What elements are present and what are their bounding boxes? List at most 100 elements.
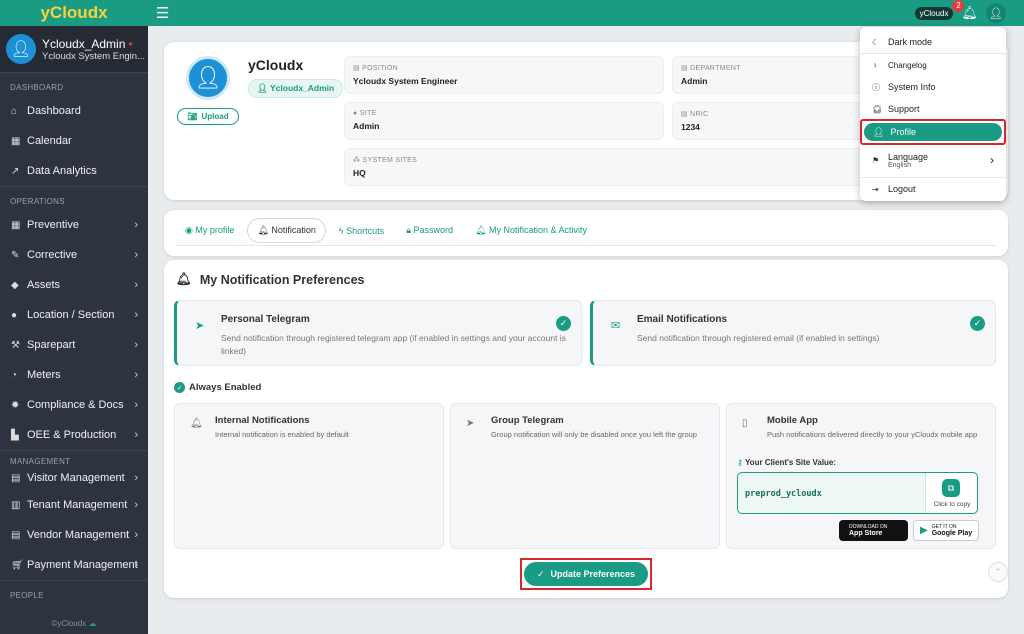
sidebar-item-label: OEE & Production — [27, 429, 117, 441]
copy-button[interactable]: ⧉ Click to copy — [925, 473, 977, 513]
email-title: Email Notifications — [637, 314, 728, 325]
update-preferences-button[interactable]: ✓ Update Preferences — [524, 562, 648, 586]
sidebar-user-box[interactable]: 👤︎ Ycloudx_Admin • Ycloudx System Engin..… — [0, 26, 148, 72]
chevron-right-icon: › — [134, 559, 138, 571]
email-desc: Send notification through registered ema… — [637, 333, 880, 343]
notifications-bell-icon[interactable]: 🔔︎ 2 — [952, 0, 978, 21]
sidebar-item-sparepart[interactable]: ⚒ Sparepart › — [0, 330, 148, 360]
sidebar: 👤︎ Ycloudx_Admin • Ycloudx System Engin..… — [0, 26, 148, 634]
sidebar-item-visitor[interactable]: ▤ Visitor Management › — [0, 466, 148, 490]
sidebar-footer: ©yCloudx ☁ — [51, 619, 97, 628]
copy-label: Click to copy — [933, 501, 971, 508]
google-play-badge[interactable]: ▶ GET IT ON Google Play — [913, 520, 979, 541]
profile-menu-highlight: 👤︎ Profile — [860, 119, 1006, 145]
telegram-icon: ➤ — [466, 418, 475, 429]
sidebar-item-vendor[interactable]: ▤ Vendor Management › — [0, 520, 148, 550]
sidebar-item-tenant[interactable]: ▥ Tenant Management › — [0, 490, 148, 520]
sidebar-item-label: Compliance & Docs — [27, 399, 124, 411]
tab-shortcuts[interactable]: ϟ Shortcuts — [330, 220, 393, 242]
chevron-right-icon: › — [134, 249, 138, 261]
scroll-top-button[interactable]: ⌃ — [988, 562, 1008, 582]
sidebar-item-payment[interactable]: 🛒︎ Payment Management › — [0, 550, 148, 580]
sidebar-item-label: Location / Section — [27, 309, 115, 321]
chevron-right-icon: › — [134, 429, 138, 441]
info-icon: ⓘ — [872, 82, 880, 92]
nric-field: ▤ NRIC 1234 — [672, 102, 872, 140]
personal-telegram-option[interactable]: ➤ Personal Telegram Send notification th… — [174, 300, 582, 366]
menu-language[interactable]: ⚑ Language English › — [860, 148, 1006, 172]
tab-password[interactable]: 🔒︎ Password — [397, 219, 462, 242]
sidebar-item-data-analytics[interactable]: ↗ Data Analytics — [0, 156, 148, 186]
user-circle-icon: ◉ — [185, 225, 193, 235]
menu-changelog[interactable]: ♀ Changelog — [860, 55, 1006, 75]
section-management: MANAGEMENT — [0, 450, 148, 466]
lock-icon: 🔒︎ — [406, 225, 411, 235]
telegram-check-icon[interactable]: ✓ — [556, 316, 571, 331]
id-card-icon: ▤ — [11, 472, 21, 484]
sidebar-item-compliance[interactable]: ✹ Compliance & Docs › — [0, 390, 148, 420]
menu-logout[interactable]: ⇥ Logout — [860, 179, 1006, 199]
sidebar-item-oee[interactable]: ▙ OEE & Production › — [0, 420, 148, 450]
system-sites-field: ⁂ SYSTEM SITES HQ — [344, 148, 872, 186]
email-check-icon[interactable]: ✓ — [970, 316, 985, 331]
tab-my-profile[interactable]: ◉ My profile — [176, 219, 243, 242]
camera-icon: 📷︎ — [187, 112, 198, 121]
check-circle-icon: ✓ — [174, 382, 185, 393]
profile-avatar-icon: 👤︎ — [186, 56, 230, 100]
user-dropdown-menu: ☾ Dark mode ♀ Changelog ⓘ System Info 🎧︎ Sup… — [860, 27, 1006, 201]
upload-button[interactable]: 📷︎ Upload — [177, 108, 239, 125]
calendar-icon: ▦ — [11, 135, 21, 147]
notification-preferences-card: 🔔︎ My Notification Preferences ➤ Personal… — [164, 260, 1008, 598]
email-notifications-option[interactable]: ✉ Email Notifications Send notification … — [590, 300, 996, 366]
sidebar-item-assets[interactable]: ◆ Assets › — [0, 270, 148, 300]
site-value-text[interactable]: preprod_ycloudx — [745, 489, 822, 499]
certificate-icon: ✹ — [11, 399, 20, 411]
site-label: ● SITE — [353, 110, 377, 117]
sidebar-item-corrective[interactable]: ✎ Corrective › — [0, 240, 148, 270]
chart-icon: ↗ — [11, 165, 20, 177]
building-icon: ▥ — [11, 499, 21, 511]
department-field: ▤ DEPARTMENT Admin — [672, 56, 872, 94]
chevron-right-icon: › — [134, 279, 138, 291]
chevron-right-icon: › — [134, 339, 138, 351]
cart-icon: 🛒︎ — [11, 559, 24, 571]
profile-name: yCloudx — [248, 57, 304, 73]
chevron-right-icon: › — [134, 219, 138, 231]
sidebar-user-role: Ycloudx System Engin... — [42, 50, 145, 62]
sparepart-icon: ⚒ — [11, 339, 20, 351]
menu-dark-mode[interactable]: ☾ Dark mode — [860, 31, 1006, 53]
nric-value: 1234 — [681, 122, 700, 132]
menu-system-info[interactable]: ⓘ System Info — [860, 77, 1006, 97]
sidebar-item-label: Sparepart — [27, 339, 76, 351]
site-pill[interactable]: yCloudx — [914, 6, 954, 20]
chevron-right-icon: › — [134, 399, 138, 411]
user-avatar: 👤︎ — [6, 34, 36, 64]
menu-profile[interactable]: 👤︎ Profile — [864, 123, 1002, 141]
vendor-card-icon: ▤ — [11, 529, 21, 541]
mobile-icon: ▯ — [742, 418, 748, 429]
group-desc: Group notification will only be disabled… — [491, 430, 697, 439]
sidebar-item-dashboard[interactable]: ⌂ Dashboard — [0, 96, 148, 126]
sidebar-item-location[interactable]: ● Location / Section › — [0, 300, 148, 330]
sidebar-item-calendar[interactable]: ▦ Calendar — [0, 126, 148, 156]
profile-username-tag: 👤︎ Ycloudx_Admin — [248, 79, 344, 98]
user-icon: 👤︎ — [873, 126, 885, 137]
chevron-right-icon: › — [134, 499, 138, 511]
site-field: ● SITE Admin — [344, 102, 664, 140]
user-menu-button[interactable]: 👤︎ — [986, 3, 1006, 23]
location-icon: ● — [11, 309, 18, 321]
menu-toggle-icon[interactable]: ☰ — [156, 4, 169, 22]
tab-notification-activity[interactable]: 🔔︎ My Notification & Activity — [466, 219, 596, 242]
brand-logo[interactable]: yCloudx — [0, 0, 148, 26]
tab-notification[interactable]: 🔔︎ Notification — [247, 218, 326, 243]
department-label: ▤ DEPARTMENT — [681, 65, 741, 72]
menu-support[interactable]: 🎧︎ Support — [860, 99, 1006, 119]
group-telegram-card: ➤ Group Telegram Group notification will… — [450, 403, 720, 549]
sidebar-item-meters[interactable]: ◔ Meters › — [0, 360, 148, 390]
sidebar-item-label: Data Analytics — [27, 165, 97, 177]
sidebar-user-name: Ycloudx_Admin — [42, 36, 126, 51]
site-value: Admin — [353, 121, 380, 131]
app-store-badge[interactable]: DOWNLOAD ON App Store — [839, 520, 908, 541]
headset-icon: 🎧︎ — [872, 104, 883, 114]
sidebar-item-preventive[interactable]: ▦ Preventive › — [0, 210, 148, 240]
